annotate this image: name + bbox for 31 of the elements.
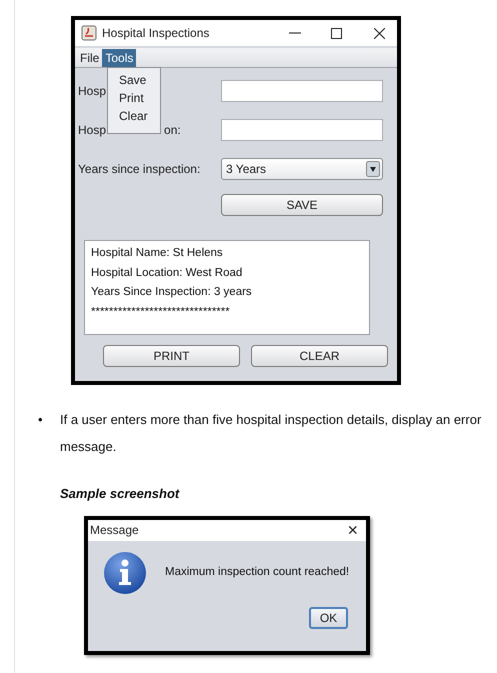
text-field[interactable] [221,80,383,102]
field-label: Hosp [78,122,106,139]
ok-button[interactable]: OK [309,606,348,628]
menu-option[interactable]: Save [108,71,160,89]
save-button[interactable]: SAVE [221,194,383,216]
text-field[interactable] [221,119,383,141]
field-label: on: [164,122,181,139]
field-label: Years since inspection: [78,161,202,178]
window-title: Hospital Inspections [102,25,210,42]
output-line: Years Since Inspection: 3 years [91,285,253,300]
bullet: • [38,411,44,429]
menu-item[interactable]: Tools [102,48,136,66]
dialog-title: Message [90,522,140,539]
app-icon [81,25,97,41]
close-button[interactable]: × [347,521,358,539]
maximize-icon[interactable] [331,28,342,38]
print-button[interactable]: PRINT [103,345,240,367]
field-label: Hosp [78,83,106,100]
dialog-message: Maximum inspection count reached! [165,564,350,580]
menu-item[interactable]: File [77,48,102,66]
info-icon [103,550,147,594]
bullet-text: If a user enters more than five hospital inspection details, display an error message. [60,411,482,456]
years-dropdown[interactable]: 3 Years [221,158,383,180]
menu-option[interactable]: Print [108,89,160,107]
caption: Sample screenshot [60,485,181,503]
output-line: Hospital Location: West Road [91,266,244,280]
menu-option[interactable]: Clear [108,107,160,125]
output-line: ******************************* [91,304,231,320]
clear-button[interactable]: CLEAR [251,345,388,367]
output-line: Hospital Name: St Helens [91,246,224,261]
close-icon[interactable] [374,28,385,38]
